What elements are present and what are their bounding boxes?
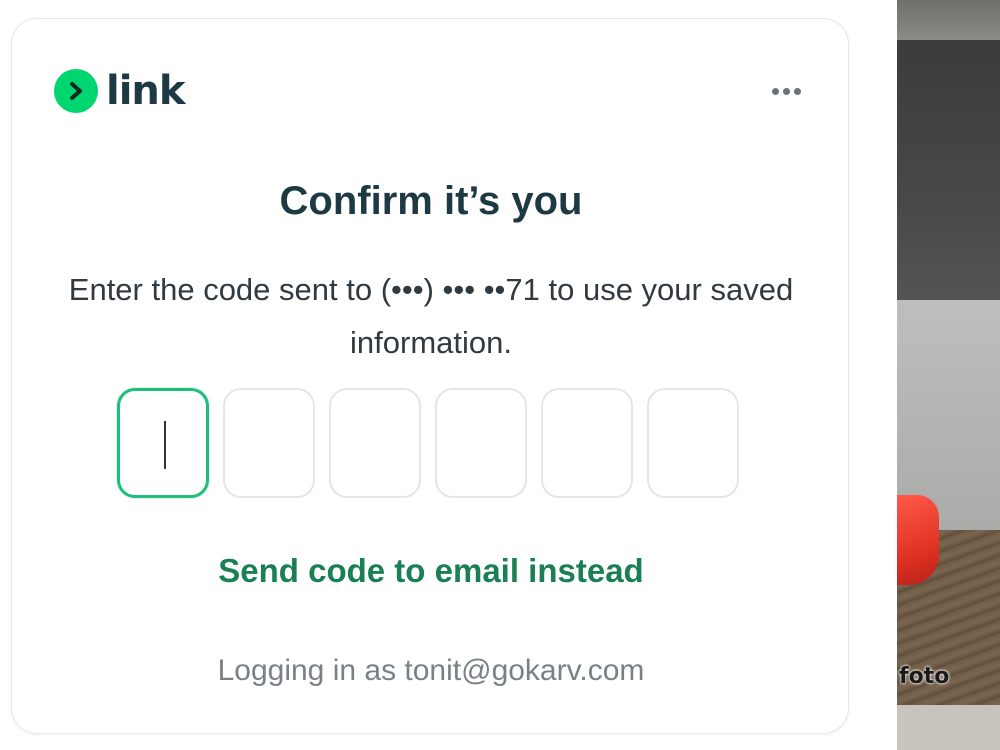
photo-wall	[897, 40, 1000, 310]
code-digit-6[interactable]	[647, 388, 739, 498]
more-options-button[interactable]	[764, 79, 808, 103]
photo-red-object	[897, 495, 939, 585]
text-caret	[164, 421, 166, 469]
dialog-title: Confirm it’s you	[279, 179, 583, 223]
brand-name: link	[106, 68, 185, 114]
photo-ceiling	[897, 0, 1000, 40]
send-code-to-email-link[interactable]: Send code to email instead	[12, 549, 850, 593]
code-digit-5[interactable]	[541, 388, 633, 498]
page: foto link Confirm it’s you Enter the cod…	[0, 0, 1000, 750]
dialog-subtitle: Enter the code sent to (•••) ••• ••71 to…	[68, 272, 794, 360]
photo-caption: foto	[899, 664, 950, 689]
more-horizontal-icon	[782, 87, 790, 95]
code-digit-2[interactable]	[223, 388, 315, 498]
code-digit-4[interactable]	[435, 388, 527, 498]
code-digit-3[interactable]	[329, 388, 421, 498]
photo-floor-bottom	[897, 705, 1000, 750]
code-digit-1[interactable]	[117, 388, 209, 498]
more-horizontal-icon	[793, 87, 801, 95]
chevron-right-icon	[54, 69, 98, 113]
more-horizontal-icon	[771, 87, 779, 95]
background-photo: foto	[897, 0, 1000, 750]
logged-in-as-text: Logging in as tonit@gokarv.com	[217, 654, 645, 687]
link-logo: link	[54, 69, 185, 113]
verification-code-input	[117, 388, 739, 498]
link-verification-card: link Confirm it’s you Enter the code sen…	[11, 18, 849, 734]
